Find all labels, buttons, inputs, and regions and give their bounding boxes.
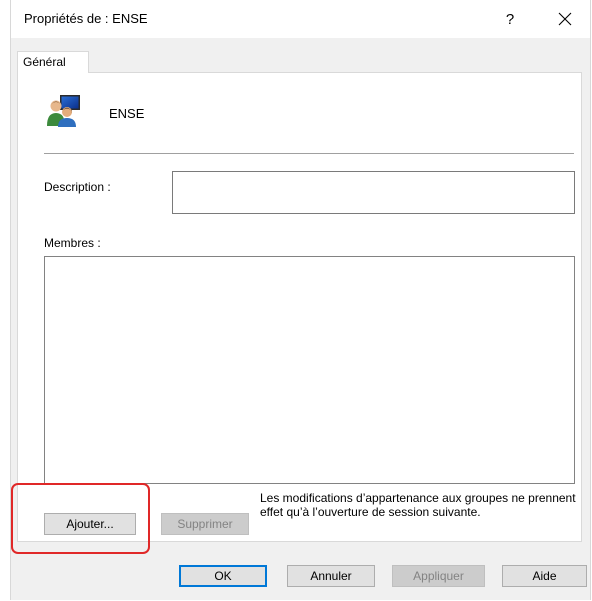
members-label: Membres : [44,236,101,250]
tab-general-label: Général [23,55,66,69]
add-button-highlight [11,483,150,554]
remove-member-button[interactable]: Supprimer [161,513,249,535]
help-title-button[interactable]: ? [493,5,527,33]
close-button[interactable] [548,5,582,33]
ok-button[interactable]: OK [179,565,267,587]
help-button[interactable]: Aide [502,565,587,587]
description-label: Description : [44,180,111,194]
tab-general[interactable]: Général [17,51,89,73]
membership-note: Les modifications d’appartenance aux gro… [260,491,576,519]
close-icon [558,12,572,26]
cancel-button[interactable]: Annuler [287,565,375,587]
description-field[interactable] [172,171,575,214]
question-mark-icon: ? [505,10,515,28]
group-users-icon [47,95,80,127]
group-name: ENSE [109,106,145,121]
window-title: Propriétés de : ENSE [24,11,148,26]
tab-page-general: ENSE Description : Membres : Ajouter... … [17,72,582,542]
title-bar: Propriétés de : ENSE ? [11,0,590,38]
apply-button[interactable]: Appliquer [392,565,485,587]
members-list[interactable] [44,256,575,484]
separator [44,153,574,154]
